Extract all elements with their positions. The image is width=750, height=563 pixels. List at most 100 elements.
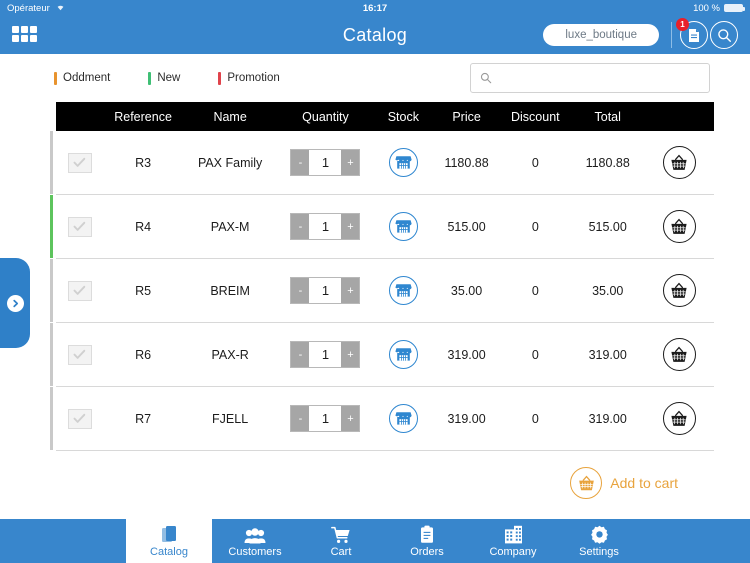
- cell-price: 319.00: [447, 347, 486, 362]
- quantity-decrement-button[interactable]: -: [291, 214, 310, 239]
- shop-selector-button[interactable]: luxe_boutique: [543, 24, 659, 46]
- check-icon: [73, 157, 86, 167]
- column-header-name: Name: [213, 109, 247, 124]
- store-icon-button[interactable]: [388, 276, 418, 305]
- side-drawer-handle[interactable]: [0, 258, 30, 348]
- tab-customers[interactable]: Customers: [212, 519, 298, 563]
- nav-divider: [671, 22, 672, 48]
- legend-color-swatch: [218, 71, 222, 85]
- row-checkbox[interactable]: [67, 216, 92, 237]
- battery-full-icon: [724, 4, 745, 12]
- quantity-increment-button[interactable]: +: [341, 278, 360, 303]
- row-add-to-cart-button[interactable]: [662, 146, 696, 179]
- document-icon-button[interactable]: 1: [676, 18, 708, 49]
- quantity-stepper[interactable]: -1 +: [290, 213, 361, 240]
- quantity-value[interactable]: 1: [309, 150, 342, 175]
- search-input[interactable]: [499, 72, 700, 84]
- cell-quantity: -1 +: [278, 277, 373, 304]
- row-status-accent: [50, 259, 53, 322]
- tab-orders[interactable]: Orders: [384, 519, 470, 563]
- quantity-stepper[interactable]: -1 +: [290, 405, 361, 432]
- add-to-cart-label: Add to cart: [610, 475, 678, 491]
- quantity-decrement-button[interactable]: -: [291, 150, 310, 175]
- cell-discount: 0: [531, 155, 539, 170]
- row-add-to-cart-button[interactable]: [662, 338, 696, 371]
- quantity-decrement-button[interactable]: -: [291, 342, 310, 367]
- cell-total: 319.00: [588, 411, 627, 426]
- legend-label: Promotion: [227, 72, 280, 84]
- store-icon-button[interactable]: [388, 148, 418, 177]
- quantity-value[interactable]: 1: [309, 342, 342, 367]
- catalog-icon: [161, 525, 178, 544]
- quantity-decrement-button[interactable]: -: [291, 278, 310, 303]
- row-add-to-cart-button[interactable]: [662, 210, 696, 243]
- search-box[interactable]: [470, 63, 710, 93]
- row-select-cell: [56, 216, 104, 237]
- cell-discount: 0: [531, 347, 539, 362]
- tab-label: Settings: [579, 545, 619, 558]
- document-badge: 1: [676, 18, 689, 31]
- company-icon: [504, 525, 523, 544]
- cell-discount: 0: [531, 283, 539, 298]
- tab-label: Company: [489, 545, 537, 558]
- store-icon-button[interactable]: [388, 340, 418, 369]
- row-add-to-cart-button[interactable]: [662, 402, 696, 435]
- row-checkbox[interactable]: [67, 152, 92, 173]
- tab-company[interactable]: Company: [470, 519, 556, 563]
- nav-bar: Catalog luxe_boutique 1: [0, 16, 750, 54]
- cell-price: 319.00: [447, 411, 486, 426]
- quantity-increment-button[interactable]: +: [341, 214, 360, 239]
- filter-bar: Oddment New Promotion: [0, 54, 750, 102]
- check-icon: [73, 221, 86, 231]
- quantity-increment-button[interactable]: +: [341, 150, 360, 175]
- cell-name: PAX-M: [210, 219, 250, 234]
- store-icon: [395, 348, 412, 361]
- store-icon: [395, 284, 412, 297]
- quantity-increment-button[interactable]: +: [341, 406, 360, 431]
- quantity-value[interactable]: 1: [309, 406, 342, 431]
- search-icon: [717, 28, 731, 42]
- quantity-stepper[interactable]: -1 +: [290, 277, 361, 304]
- table-row[interactable]: R7 FJELL -1 +319.00 0 319.00: [50, 387, 714, 451]
- table-row[interactable]: R5 BREIM -1 +35.00 0 35.00: [50, 259, 714, 323]
- quantity-increment-button[interactable]: +: [341, 342, 360, 367]
- row-checkbox[interactable]: [67, 280, 92, 301]
- row-checkbox[interactable]: [67, 408, 92, 429]
- search-icon-button[interactable]: [710, 21, 738, 49]
- legend-color-swatch: [54, 71, 57, 85]
- quantity-value[interactable]: 1: [309, 214, 342, 239]
- quantity-stepper[interactable]: -1 +: [290, 149, 361, 176]
- tab-label: Cart: [330, 545, 352, 558]
- row-status-accent: [50, 131, 53, 194]
- quantity-value[interactable]: 1: [309, 278, 342, 303]
- store-icon: [395, 220, 412, 233]
- row-add-to-cart-button[interactable]: [662, 274, 696, 307]
- legend-item-promotion: Promotion: [218, 71, 280, 85]
- row-checkbox[interactable]: [67, 344, 92, 365]
- cell-name: FJELL: [212, 411, 249, 426]
- tab-cart[interactable]: Cart: [298, 519, 384, 563]
- store-icon-button[interactable]: [388, 212, 418, 241]
- cell-discount: 0: [531, 411, 539, 426]
- table-row[interactable]: R3 PAX Family -1 +1180.88 0 1180.88: [50, 131, 714, 195]
- quantity-decrement-button[interactable]: -: [291, 406, 310, 431]
- tab-list: Catalog Customers Cart Orders Company Setting…: [126, 519, 642, 563]
- legend: Oddment New Promotion: [54, 71, 280, 85]
- row-status-accent: [50, 387, 53, 450]
- quantity-stepper[interactable]: -1 +: [290, 341, 361, 368]
- add-to-cart-button[interactable]: Add to cart: [0, 451, 750, 499]
- table-body: R3 PAX Family -1 +1180.88 0 1180.88 R4 PAX-M -1 +…: [50, 131, 714, 451]
- basket-icon: [671, 410, 687, 426]
- check-icon: [73, 413, 86, 423]
- cell-cart: [644, 338, 714, 371]
- cell-price: 515.00: [447, 219, 486, 234]
- legend-label: Oddment: [63, 72, 111, 84]
- cell-stock: [373, 212, 433, 241]
- table-row[interactable]: R4 PAX-M -1 +515.00 0 515.00: [50, 195, 714, 259]
- tab-catalog[interactable]: Catalog: [126, 519, 212, 563]
- cell-stock: [373, 276, 433, 305]
- chevron-right-icon: [6, 294, 24, 312]
- table-row[interactable]: R6 PAX-R -1 +319.00 0 319.00: [50, 323, 714, 387]
- tab-settings[interactable]: Settings: [556, 519, 642, 563]
- store-icon-button[interactable]: [388, 404, 418, 433]
